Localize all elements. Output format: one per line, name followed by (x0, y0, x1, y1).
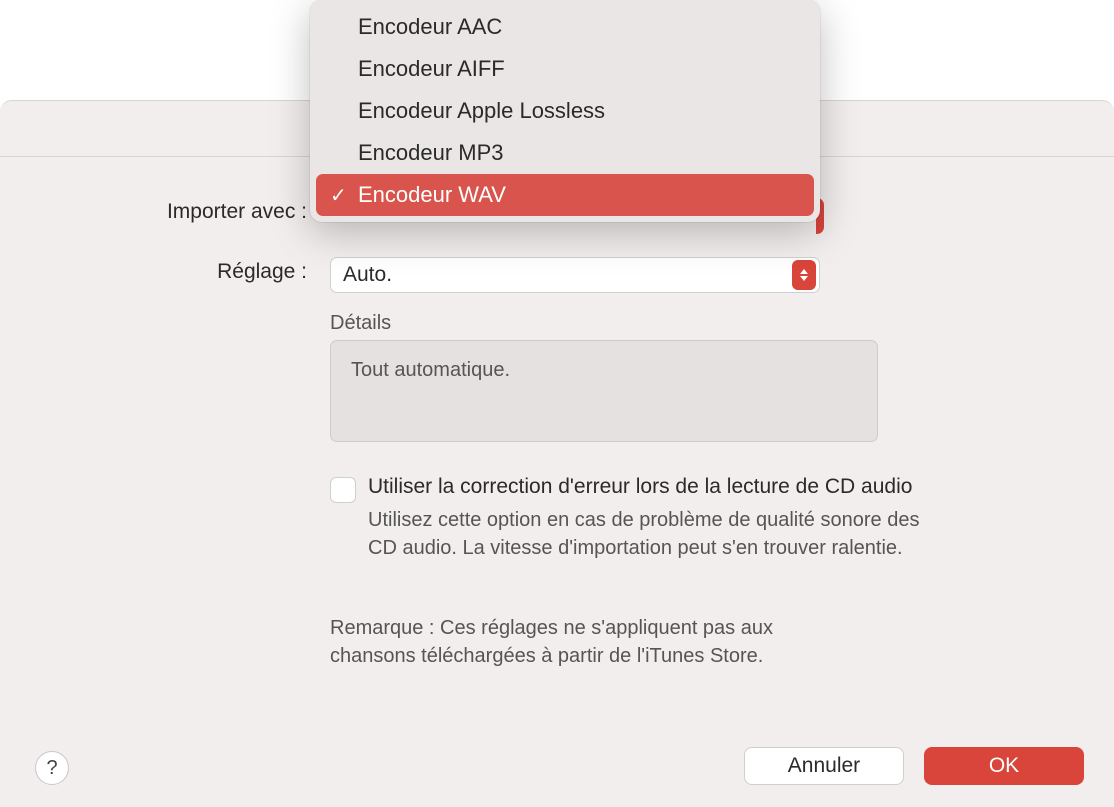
details-heading: Détails (330, 312, 391, 335)
help-button[interactable]: ? (35, 751, 69, 785)
question-mark-icon: ? (46, 757, 57, 780)
checkmark-icon: ✓ (330, 183, 347, 208)
setting-select-value: Auto. (343, 263, 392, 287)
error-correction-help: Utilisez cette option en cas de problème… (368, 506, 928, 562)
encoder-dropdown-menu: Encodeur AAC Encodeur AIFF Encodeur Appl… (310, 0, 820, 222)
error-correction-label: Utiliser la correction d'erreur lors de … (368, 475, 912, 499)
up-down-icon (792, 260, 816, 290)
menu-item-encoder-aac[interactable]: Encodeur AAC (316, 6, 814, 48)
dialog-buttons: Annuler OK (744, 747, 1084, 785)
setting-select[interactable]: Auto. (330, 257, 820, 293)
note-text: Remarque : Ces réglages ne s'appliquent … (330, 614, 810, 670)
menu-item-encoder-apple-lossless[interactable]: Encodeur Apple Lossless (316, 90, 814, 132)
details-text: Tout automatique. (351, 359, 510, 381)
error-correction-checkbox[interactable] (330, 477, 356, 503)
menu-item-encoder-mp3[interactable]: Encodeur MP3 (316, 132, 814, 174)
ok-button[interactable]: OK (924, 747, 1084, 785)
cancel-button[interactable]: Annuler (744, 747, 904, 785)
menu-item-encoder-wav[interactable]: ✓ Encodeur WAV (316, 174, 814, 216)
label-setting: Réglage : (0, 260, 315, 284)
error-correction-row: Utiliser la correction d'erreur lors de … (330, 475, 912, 503)
details-box: Tout automatique. (330, 340, 878, 442)
label-import-with: Importer avec : (0, 200, 315, 224)
menu-item-encoder-aiff[interactable]: Encodeur AIFF (316, 48, 814, 90)
